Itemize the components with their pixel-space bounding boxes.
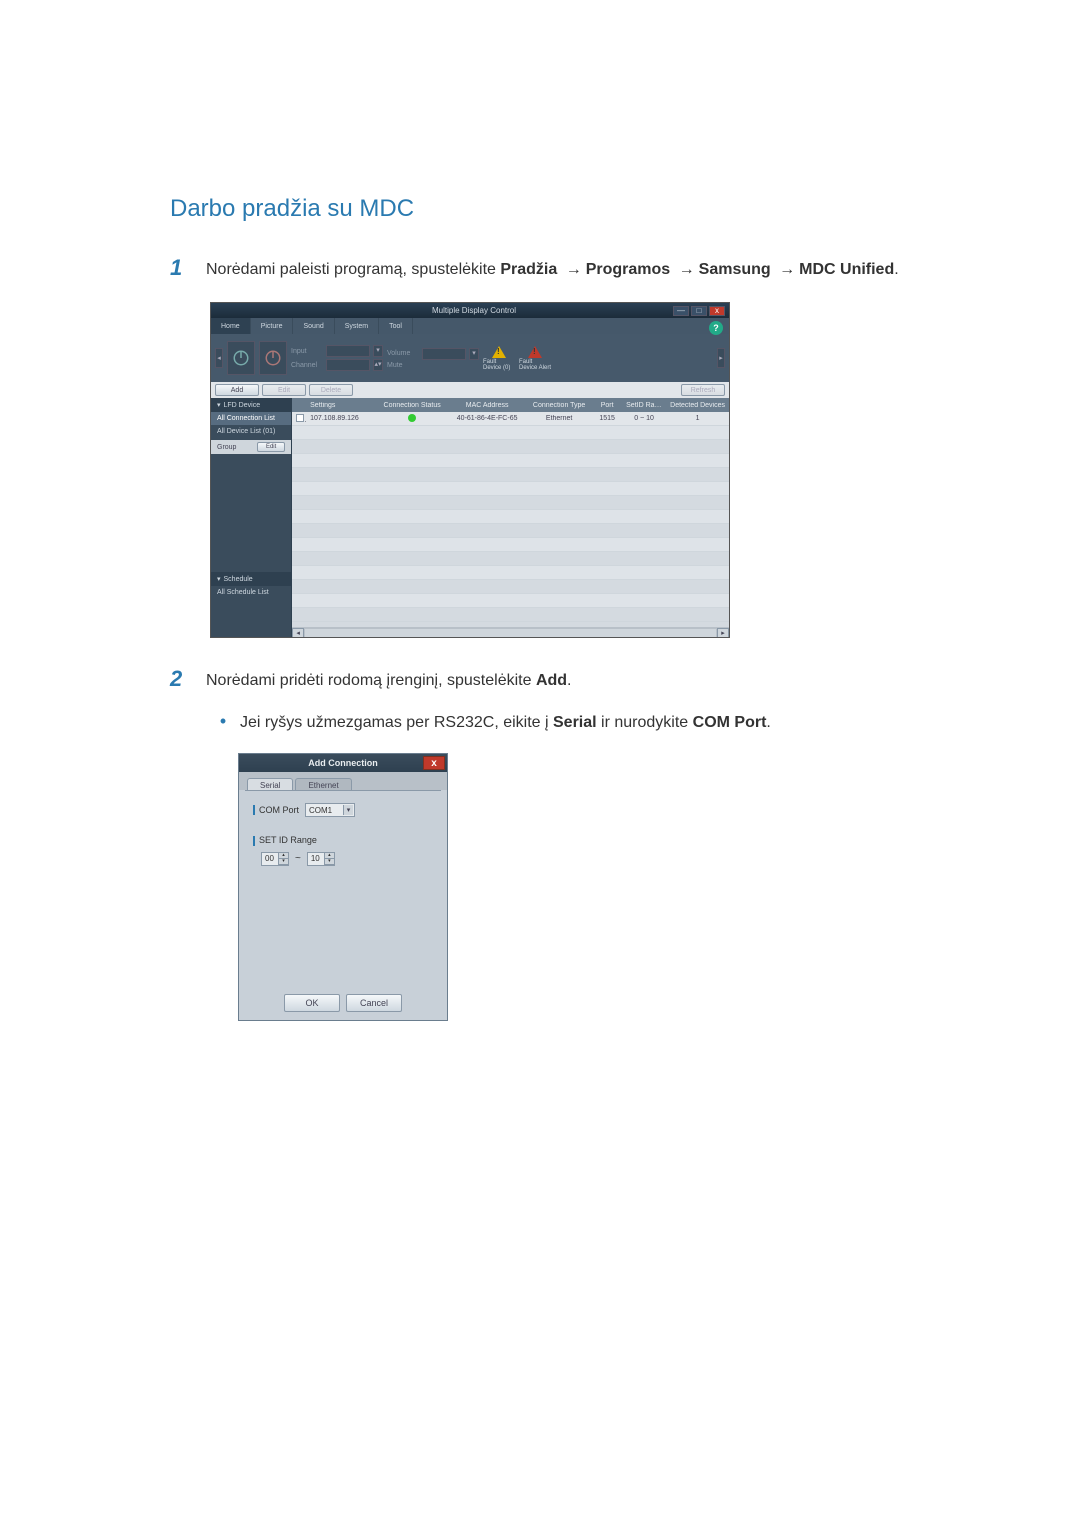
help-button[interactable]: ? [709, 321, 723, 335]
tab-tool[interactable]: Tool [379, 318, 413, 334]
chevron-down-icon: ▾ [343, 805, 353, 815]
table-row[interactable]: 107.108.89.126 40-61-86-4E-FC-65 Etherne… [292, 412, 729, 426]
col-settings: Settings [306, 402, 376, 409]
tab-sound[interactable]: Sound [293, 318, 334, 334]
range-from-stepper[interactable]: 00 ▴▾ [261, 852, 289, 866]
comport-select[interactable]: COM1 ▾ [305, 803, 355, 817]
sidebar-schedule-header[interactable]: ▾Schedule [211, 572, 291, 586]
sidebar: ▾LFD Device All Connection List All Devi… [211, 398, 292, 638]
ribbon-prev-button[interactable]: ◂ [215, 348, 223, 368]
window-close-button[interactable]: x [709, 306, 725, 316]
group-label: Group [217, 444, 236, 451]
dialog-title: Add Connection [308, 758, 378, 768]
channel-stepper-icon[interactable]: ▴▾ [373, 359, 383, 371]
power-off-icon[interactable] [259, 341, 287, 375]
mute-label: Mute [387, 362, 403, 369]
chevron-down-icon: ▾ [217, 401, 221, 409]
group-edit-button[interactable]: Edit [257, 442, 285, 452]
col-type: Connection Type [526, 402, 592, 409]
step2-text: Norėdami pridėti rodomą įrenginį, spuste… [206, 666, 572, 693]
col-detected: Detected Devices [666, 402, 729, 409]
input-label: Input [291, 348, 323, 355]
fault-device-alert-button[interactable]: ! Fault Device Alert [519, 341, 551, 375]
col-mac: MAC Address [448, 402, 526, 409]
status-dot-icon [408, 414, 416, 422]
cancel-button[interactable]: Cancel [346, 994, 402, 1012]
sidebar-all-schedule[interactable]: All Schedule List [211, 586, 291, 599]
col-range: SetID Range [622, 402, 666, 409]
range-to-stepper[interactable]: 10 ▴▾ [307, 852, 335, 866]
channel-label: Channel [291, 362, 323, 369]
delete-button[interactable]: Delete [309, 384, 353, 396]
tab-ethernet[interactable]: Ethernet [295, 778, 351, 790]
add-connection-dialog: Add Connection x Serial Ethernet COM Por… [238, 753, 448, 1021]
tab-serial[interactable]: Serial [247, 778, 293, 790]
bullet-text: Jei ryšys užmezgamas per RS232C, eikite … [240, 711, 771, 735]
sidebar-lfd-header[interactable]: ▾LFD Device [211, 398, 291, 412]
step2-number: 2 [170, 666, 206, 693]
fault-device-list-button[interactable]: ! Fault Device (0) [483, 341, 515, 375]
scroll-right-button[interactable]: ▸ [717, 628, 729, 638]
ok-button[interactable]: OK [284, 994, 340, 1012]
power-on-icon[interactable] [227, 341, 255, 375]
step1-text: Norėdami paleisti programą, spustelėkite… [206, 255, 899, 282]
mdc-window: Multiple Display Control — □ x ? Home Pi… [210, 302, 730, 638]
sidebar-all-device[interactable]: All Device List (01) [211, 425, 291, 438]
tilde: ~ [295, 853, 301, 864]
setid-label: SET ID Range [253, 835, 433, 846]
volume-dropdown-icon[interactable]: ▾ [469, 348, 479, 360]
tab-picture[interactable]: Picture [251, 318, 294, 334]
bullet-icon: • [206, 711, 240, 735]
input-field[interactable] [326, 345, 370, 357]
add-button[interactable]: Add [215, 384, 259, 396]
window-title: Multiple Display Control [432, 306, 516, 315]
tab-home[interactable]: Home [211, 318, 251, 334]
tab-system[interactable]: System [335, 318, 379, 334]
row-checkbox[interactable] [296, 414, 304, 422]
step1-number: 1 [170, 255, 206, 282]
window-maximize-button[interactable]: □ [691, 306, 707, 316]
volume-field[interactable] [422, 348, 466, 360]
col-port: Port [592, 402, 622, 409]
edit-button[interactable]: Edit [262, 384, 306, 396]
dialog-close-button[interactable]: x [423, 756, 445, 770]
volume-label: Volume [387, 350, 419, 357]
window-minimize-button[interactable]: — [673, 306, 689, 316]
input-dropdown-icon[interactable]: ▾ [373, 345, 383, 357]
horizontal-scrollbar[interactable]: ◂ ▸ [292, 627, 729, 638]
sidebar-all-connection[interactable]: All Connection List [211, 412, 291, 425]
ribbon-next-button[interactable]: ▸ [717, 348, 725, 368]
refresh-button[interactable]: Refresh [681, 384, 725, 396]
scroll-left-button[interactable]: ◂ [292, 628, 304, 638]
channel-field[interactable] [326, 359, 370, 371]
comport-label: COM Port [253, 805, 299, 816]
col-connection-status: Connection Status [376, 402, 448, 409]
page-title: Darbo pradžia su MDC [170, 195, 920, 223]
chevron-down-icon: ▾ [217, 575, 221, 583]
